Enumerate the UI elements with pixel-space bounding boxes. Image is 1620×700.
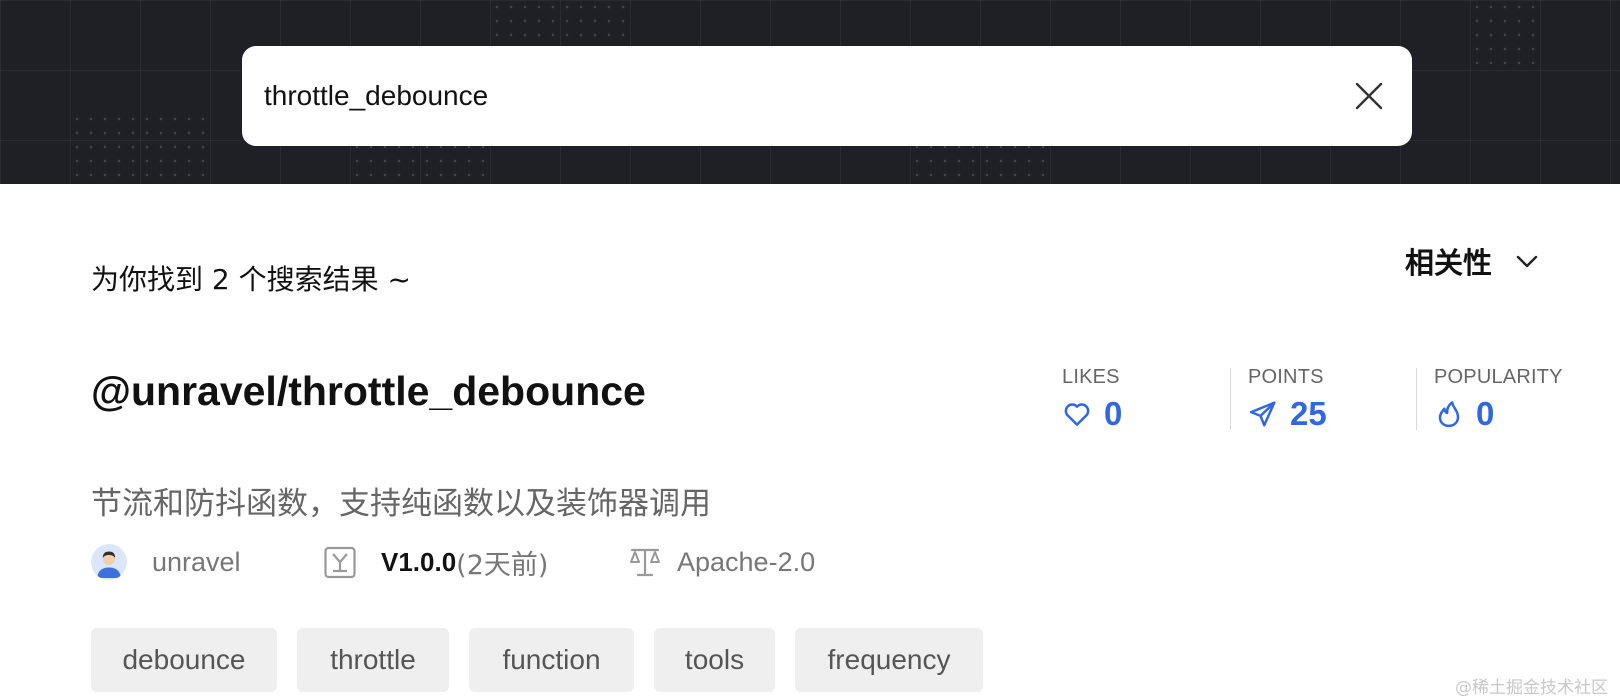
flame-icon [1434,399,1464,429]
tag-chip[interactable]: debounce [91,628,277,692]
decor-dots [1470,0,1540,70]
decor-dots [70,112,210,184]
clear-search-button[interactable] [1348,75,1390,117]
package-license: Apache-2.0 [628,542,815,582]
stat-likes-label: LIKES [1062,366,1120,388]
search-input[interactable] [264,46,1294,146]
license-name: Apache-2.0 [677,546,816,577]
version-icon [323,545,357,579]
package-name-link[interactable]: @unravel/throttle_debounce [91,368,646,415]
tag-chip[interactable]: function [469,628,634,692]
package-author[interactable]: unravel [91,542,241,582]
decor-dots [910,140,1050,184]
avatar [91,544,127,580]
tag-chip[interactable]: tools [654,628,775,692]
paper-plane-icon [1248,399,1278,429]
stat-popularity-value: 0 [1476,395,1495,432]
search-header [0,0,1620,184]
package-version: V1.0.0 (2天前) [323,542,548,582]
result-count: 为你找到 2 个搜索结果 ~ [91,263,411,296]
tag-chip[interactable]: throttle [297,628,449,692]
stat-points: POINTS 25 [1248,366,1327,433]
stat-points-value: 25 [1290,395,1327,432]
tag-chip[interactable]: frequency [795,628,983,692]
watermark: @稀土掘金技术社区 [1455,678,1608,698]
search-box [242,46,1412,146]
stat-points-label: POINTS [1248,366,1324,388]
decor-dots [350,140,490,184]
stat-divider [1416,368,1417,430]
version-time: (2天前) [456,549,549,581]
close-icon [1355,82,1383,110]
version-number: V1.0.0 [381,546,457,577]
heart-icon[interactable] [1062,399,1092,429]
chevron-down-icon [1514,247,1542,275]
scale-icon [628,545,662,579]
sort-label: 相关性 [1405,246,1493,280]
stat-popularity: POPULARITY 0 [1434,366,1563,433]
sort-dropdown[interactable]: 相关性 [1405,240,1542,282]
stat-popularity-label: POPULARITY [1434,366,1563,388]
stat-likes-value: 0 [1104,395,1123,432]
stat-likes: LIKES 0 [1062,366,1122,433]
stat-divider [1230,368,1231,430]
package-description: 节流和防抖函数，支持纯函数以及装饰器调用 [91,486,711,522]
author-name: unravel [152,546,241,577]
